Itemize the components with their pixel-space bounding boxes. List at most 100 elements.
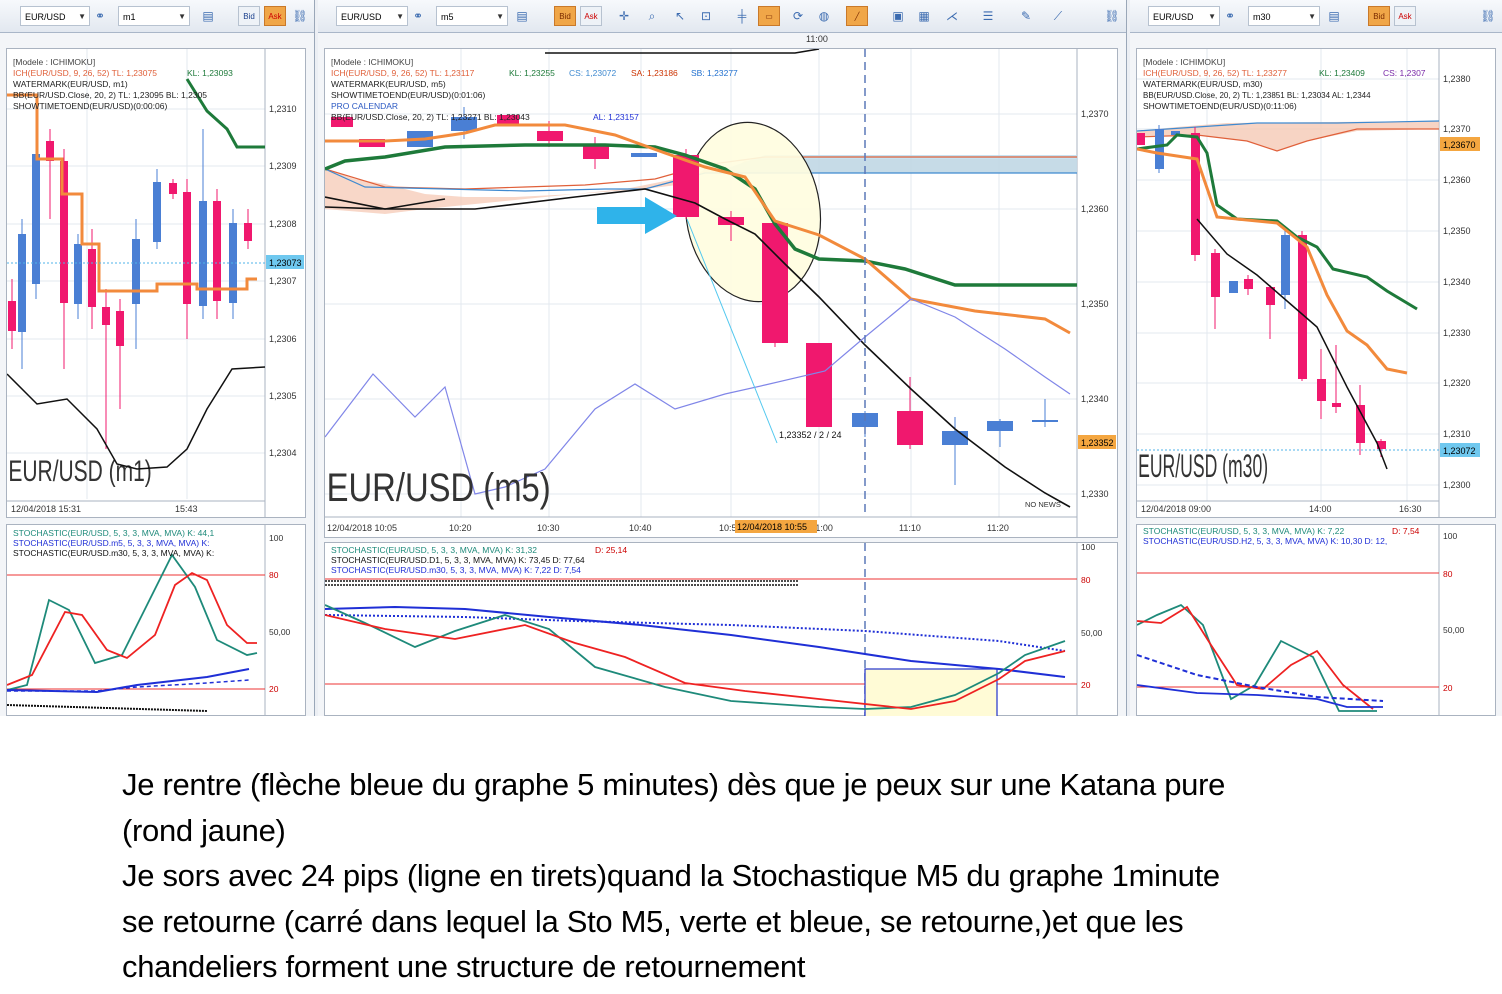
table-icon[interactable]: ▦ — [916, 8, 932, 24]
pencil-icon[interactable]: ✎ — [1018, 8, 1034, 24]
link-icon[interactable]: ⚭ — [410, 8, 426, 24]
legend-line: STOCHASTIC(EUR/USD.m30, 5, 3, 3, MVA, MV… — [13, 548, 214, 558]
candle — [1229, 281, 1238, 293]
price-chart-m30[interactable]: EUR/USD (m30) 1,2380 1,2370 1,2360 1,235… — [1136, 48, 1496, 518]
draw-line-button[interactable]: ╱ — [846, 6, 868, 26]
legend-line: PRO CALENDAR — [331, 101, 398, 111]
chart-window-m30: EUR/USD ▼ ⚭ m30 ▼ ▤ Bid Ask ⛓ EUR/USD (m… — [1130, 0, 1502, 716]
no-news-label: NO NEWS — [1025, 500, 1061, 509]
globe-icon[interactable]: ◍ — [816, 8, 832, 24]
link-chart-icon[interactable]: ⛓ — [1104, 8, 1120, 24]
price-chart-m30-svg: EUR/USD (m30) 1,2380 1,2370 1,2360 1,235… — [1136, 49, 1480, 517]
annotation-tool-button[interactable]: ▭ — [758, 6, 780, 26]
bid-button[interactable]: Bid — [1368, 6, 1390, 26]
stoch-black-m5 — [325, 580, 799, 586]
candle — [1244, 275, 1253, 295]
fibonacci-icon[interactable]: ⋌ — [944, 8, 960, 24]
legend-line: [Modele : ICHIMOKU] — [13, 57, 95, 67]
watermark-m1: EUR/USD (m1) — [8, 456, 151, 488]
x-axis-m5: 12/04/2018 10:05 10:20 10:30 10:40 10:5 … — [327, 523, 1009, 533]
y-tick: 50,00 — [1443, 625, 1465, 635]
stochastic-chart-m30[interactable]: STOCHASTIC(EUR/USD, 5, 3, 3, MVA, MVA) K… — [1136, 524, 1496, 716]
legend-line: ICH(EUR/USD, 9, 26, 52) TL: 1,23277 — [1143, 68, 1287, 78]
link-chart-icon[interactable]: ⛓ — [1480, 8, 1496, 24]
y-tick: 1,2309 — [269, 161, 297, 171]
ask-button[interactable]: Ask — [1394, 6, 1416, 26]
caption-line: (rond jaune) — [122, 812, 286, 848]
legend-line: BB(EUR/USD.Close, 20, 2) TL: 1,23095 BL:… — [13, 90, 207, 100]
legend-line: STOCHASTIC(EUR/USD, 5, 3, 3, MVA, MVA) K… — [331, 545, 537, 555]
symbol-label: EUR/USD — [1153, 12, 1194, 22]
candle — [46, 129, 54, 219]
legend-line: ICH(EUR/USD, 9, 26, 52) TL: 1,23075 — [13, 68, 157, 78]
y-tick: 1,2350 — [1443, 226, 1471, 236]
chevron-down-icon: ▼ — [78, 12, 86, 21]
measure-annotation: 1,23352 / 2 / 24 — [779, 430, 842, 440]
zoom-area-icon[interactable]: ⊡ — [698, 8, 714, 24]
price-tag-m1: 1,23073 — [269, 258, 302, 268]
symbol-select-m1[interactable]: EUR/USD ▼ — [20, 6, 90, 26]
y-tick: 80 — [1443, 569, 1453, 579]
trendline-icon[interactable]: ⟋ — [1050, 8, 1066, 24]
y-tick: 20 — [269, 684, 279, 694]
legend-line: STOCHASTIC(EUR/USD.D1, 5, 3, 3, MVA, MVA… — [331, 555, 585, 565]
candle — [631, 153, 657, 157]
candle — [183, 179, 191, 339]
y-tick: 1,2320 — [1443, 378, 1471, 388]
refresh-icon[interactable]: ⟳ — [790, 8, 806, 24]
chart-type-icon[interactable]: ▤ — [1326, 8, 1342, 24]
candle — [169, 179, 177, 199]
candle — [244, 209, 252, 249]
chart-type-icon[interactable]: ▤ — [200, 8, 216, 24]
candle — [153, 169, 161, 249]
price-chart-m5[interactable]: EUR/USD (m5) 1,23352 / 2 / 24 NO NEWS 1,… — [324, 48, 1118, 538]
bid-button[interactable]: Bid — [554, 6, 576, 26]
vertical-line-icon[interactable]: ╪ — [734, 8, 750, 24]
ask-button[interactable]: Ask — [580, 6, 602, 26]
symbol-select-m5[interactable]: EUR/USD ▼ — [336, 6, 408, 26]
candle — [1211, 249, 1220, 329]
stoch-y-axis-m5: 100 80 50,00 20 — [1081, 542, 1103, 690]
ask-button[interactable]: Ask — [264, 6, 286, 26]
y-tick: 1,2308 — [269, 219, 297, 229]
stochastic-chart-m1[interactable]: STOCHASTIC(EUR/USD, 5, 3, 3, MVA, MVA) K… — [6, 524, 306, 716]
stoch-legend-m5: STOCHASTIC(EUR/USD, 5, 3, 3, MVA, MVA) K… — [331, 545, 627, 575]
y-tick: 80 — [1081, 575, 1091, 585]
y-tick: 50,00 — [269, 627, 291, 637]
y-tick: 1,2330 — [1443, 328, 1471, 338]
stoch-legend-m30: STOCHASTIC(EUR/USD, 5, 3, 3, MVA, MVA) K… — [1143, 526, 1420, 546]
timeframe-select-m5[interactable]: m5 ▼ — [436, 6, 508, 26]
link-chart-icon[interactable]: ⛓ — [292, 8, 308, 24]
x-tick: 15:43 — [175, 504, 198, 514]
trading-platform-screenshot: EUR/USD ▼ ⚭ m1 ▼ ▤ Bid Ask ⛓ EUR/USD (m1) — [0, 0, 1502, 716]
link-icon[interactable]: ⚭ — [1222, 8, 1238, 24]
zoom-icon[interactable]: ⌕ — [644, 8, 660, 24]
y-tick: 1,2360 — [1081, 204, 1109, 214]
legend-line: [Modele : ICHIMOKU] — [331, 57, 413, 67]
timeframe-select-m1[interactable]: m1 ▼ — [118, 6, 190, 26]
price-tag-top-m30: 1,23670 — [1443, 140, 1476, 150]
chart-type-icon[interactable]: ▤ — [514, 8, 530, 24]
image-icon[interactable]: ▣ — [890, 8, 906, 24]
y-tick: 20 — [1443, 683, 1453, 693]
chevron-down-icon: ▼ — [396, 12, 404, 21]
crosshair-icon[interactable]: ✛ — [616, 8, 632, 24]
y-tick: 1,2370 — [1081, 109, 1109, 119]
price-chart-m1[interactable]: EUR/USD (m1) 1,2310 1,2309 1,2308 1,2307… — [6, 48, 306, 518]
horizontal-lines-icon[interactable]: ☰ — [980, 8, 996, 24]
stochastic-chart-m5[interactable]: STOCHASTIC(EUR/USD, 5, 3, 3, MVA, MVA) K… — [324, 542, 1118, 716]
symbol-select-m30[interactable]: EUR/USD ▼ — [1148, 6, 1220, 26]
legend-line: SB: 1,23277 — [691, 68, 738, 78]
chevron-down-icon: ▼ — [496, 12, 504, 21]
legend-line: WATERMARK(EUR/USD, m5) — [331, 79, 446, 89]
link-icon[interactable]: ⚭ — [92, 8, 108, 24]
legend-line: KL: 1,23255 — [509, 68, 555, 78]
cursor-icon[interactable]: ↖ — [672, 8, 688, 24]
candle — [806, 343, 832, 427]
bid-button[interactable]: Bid — [238, 6, 260, 26]
cursor-time-tag: 12/04/2018 10:55 — [737, 522, 807, 532]
timeframe-select-m30[interactable]: m30 ▼ — [1248, 6, 1320, 26]
legend-line: WATERMARK(EUR/USD, m30) — [1143, 79, 1263, 89]
watermark-m30: EUR/USD (m30) — [1138, 450, 1268, 485]
y-tick: 1,2307 — [269, 276, 297, 286]
